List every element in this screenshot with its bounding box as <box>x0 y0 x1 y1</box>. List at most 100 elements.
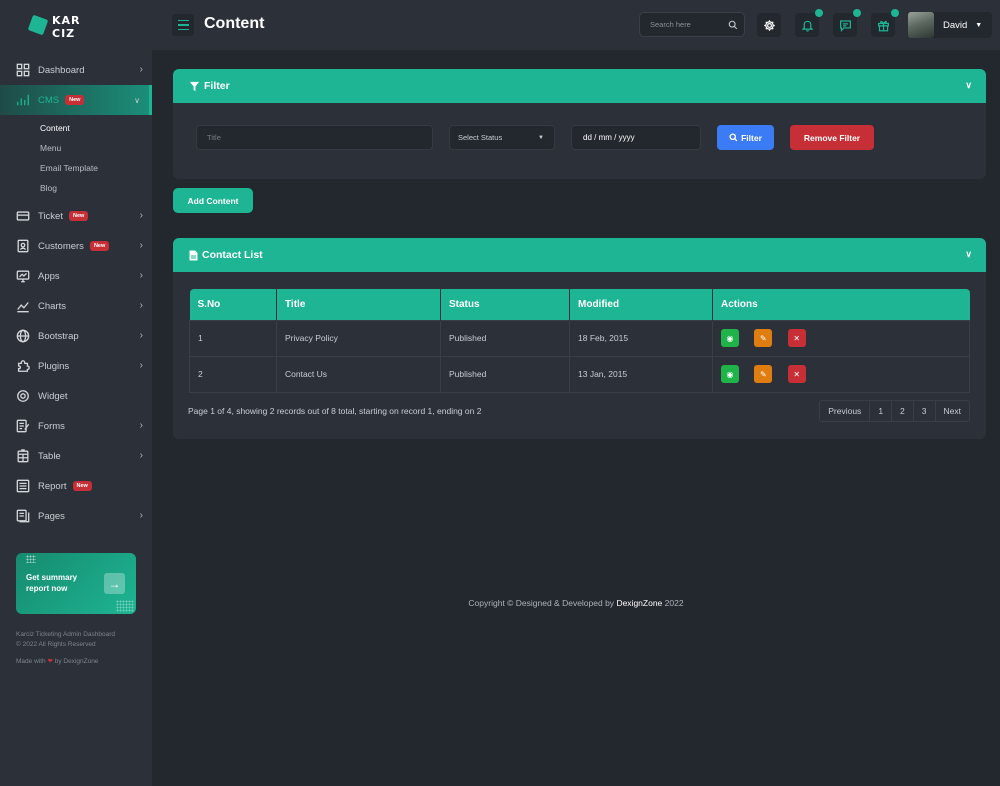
brand-logo[interactable]: KAR CIZ <box>27 14 81 40</box>
form-icon <box>16 419 30 433</box>
chevron-right-icon: › <box>139 360 143 371</box>
sidebar-item-bootstrap[interactable]: Bootstrap › <box>0 321 152 351</box>
subnav-item-email-template[interactable]: Email Template <box>40 158 152 178</box>
bar-chart-icon <box>16 93 30 107</box>
chevron-down-icon[interactable]: ∨ <box>965 80 972 91</box>
filter-card-header[interactable]: Filter ∨ <box>173 69 986 103</box>
gear-icon <box>16 389 30 403</box>
promo-line-2: report now <box>26 584 68 593</box>
chevron-down-icon[interactable]: ∨ <box>965 249 972 260</box>
subnav-item-content[interactable]: Content <box>40 118 152 138</box>
sidebar-item-label: Table <box>38 450 61 462</box>
view-button[interactable]: ◉ <box>721 365 739 383</box>
table-row: 1 Privacy Policy Published 18 Feb, 2015 … <box>189 319 970 357</box>
status-select-value: Select Status <box>458 133 503 142</box>
summary-report-promo[interactable]: Get summary report now → <box>16 553 136 614</box>
sidebar-nav: Dashboard › CMS New ∨ Content Menu Email… <box>0 55 152 531</box>
delete-button[interactable]: ✕ <box>787 365 806 383</box>
remove-filter-button[interactable]: Remove Filter <box>790 125 874 150</box>
sidebar-item-ticket[interactable]: Ticket New › <box>0 201 152 231</box>
footer-prefix: Copyright © Designed & Developed by <box>468 598 615 608</box>
puzzle-icon <box>16 359 30 373</box>
column-header-title[interactable]: Title <box>276 289 441 320</box>
notification-dot <box>853 9 861 17</box>
logo-mark-icon <box>27 14 49 36</box>
subnav-item-menu[interactable]: Menu <box>40 138 152 158</box>
sidebar-item-widget[interactable]: Widget <box>0 381 152 411</box>
cell-modified: 13 Jan, 2015 <box>569 355 713 393</box>
made-with-text: Made with <box>16 658 46 665</box>
search-box <box>639 12 745 37</box>
sidebar-item-apps[interactable]: Apps › <box>0 261 152 291</box>
column-header-sno[interactable]: S.No <box>189 289 277 320</box>
search-icon[interactable] <box>728 20 738 30</box>
chevron-down-icon: ∨ <box>134 96 140 105</box>
chevron-right-icon: › <box>139 510 143 521</box>
sidebar-item-customers[interactable]: Customers New › <box>0 231 152 261</box>
sidebar-copyright: Karciz Ticketing Admin Dashboard © 2022 … <box>16 630 115 650</box>
sidebar-item-label: Pages <box>38 510 65 522</box>
sidebar-item-cms[interactable]: CMS New ∨ <box>0 85 152 115</box>
pagination-info: Page 1 of 4, showing 2 records out of 8 … <box>188 406 482 416</box>
messages-button[interactable] <box>833 9 861 37</box>
edit-button[interactable]: ✎ <box>754 365 773 383</box>
sidebar-item-dashboard[interactable]: Dashboard › <box>0 55 152 85</box>
filter-button[interactable]: Filter <box>717 125 774 150</box>
sidebar-item-label: Customers <box>38 240 84 252</box>
cell-status: Published <box>440 319 570 357</box>
sidebar-item-forms[interactable]: Forms › <box>0 411 152 441</box>
sidebar-item-label: Plugins <box>38 360 70 372</box>
cell-sno: 1 <box>189 319 277 357</box>
document-icon <box>189 250 198 261</box>
promo-line-1: Get summary <box>26 573 78 582</box>
notification-dot <box>891 9 899 17</box>
column-header-status[interactable]: Status <box>440 289 570 320</box>
settings-button[interactable] <box>757 13 781 37</box>
new-badge: New <box>72 481 92 491</box>
sidebar-footer-line-1: Karciz Ticketing Admin Dashboard <box>16 631 115 638</box>
cell-actions: ◉ ✎ ✕ <box>712 319 970 357</box>
sidebar-item-plugins[interactable]: Plugins › <box>0 351 152 381</box>
pagination-next[interactable]: Next <box>936 401 969 421</box>
title-filter-input[interactable] <box>196 125 433 150</box>
sidebar-item-report[interactable]: Report New <box>0 471 152 501</box>
column-header-actions: Actions <box>712 289 970 320</box>
pencil-icon: ✎ <box>760 333 767 343</box>
pagination-page-2[interactable]: 2 <box>892 401 914 421</box>
column-header-modified[interactable]: Modified <box>569 289 713 320</box>
pagination-previous[interactable]: Previous <box>820 401 871 421</box>
close-icon: ✕ <box>793 333 801 343</box>
subnav-item-blog[interactable]: Blog <box>40 178 152 198</box>
sidebar-made-with: Made with ❤ by DexignZone <box>16 657 98 665</box>
sidebar-item-label: Charts <box>38 300 66 312</box>
pagination-page-3[interactable]: 3 <box>914 401 936 421</box>
contact-list-header[interactable]: Contact List ∨ <box>173 238 986 272</box>
eye-icon: ◉ <box>726 369 734 379</box>
user-menu[interactable]: David ▼ <box>908 12 992 38</box>
status-select[interactable]: Select Status ▼ <box>449 125 555 150</box>
delete-button[interactable]: ✕ <box>787 329 806 347</box>
sidebar-item-label: Forms <box>38 420 65 432</box>
sidebar-item-pages[interactable]: Pages › <box>0 501 152 531</box>
sidebar-item-label: Report <box>38 480 67 492</box>
new-badge: New <box>89 241 110 251</box>
footer-brand-link[interactable]: DexignZone <box>616 598 662 608</box>
view-button[interactable]: ◉ <box>721 329 739 347</box>
funnel-icon <box>189 81 200 92</box>
gear-icon <box>763 19 775 31</box>
edit-button[interactable]: ✎ <box>754 329 773 347</box>
dashboard-icon <box>16 63 30 77</box>
gifts-button[interactable] <box>871 9 899 37</box>
add-content-button[interactable]: Add Content <box>173 188 253 213</box>
arrow-right-icon[interactable]: → <box>104 573 125 594</box>
caret-down-icon: ▼ <box>975 21 983 29</box>
sidebar-item-charts[interactable]: Charts › <box>0 291 152 321</box>
hamburger-menu-icon[interactable] <box>172 14 194 36</box>
date-filter-input[interactable]: dd / mm / yyyy <box>571 125 701 150</box>
notifications-button[interactable] <box>795 9 823 37</box>
search-input[interactable] <box>650 20 728 29</box>
sidebar-item-table[interactable]: Table › <box>0 441 152 471</box>
new-badge: New <box>65 95 85 105</box>
pagination-page-1[interactable]: 1 <box>870 401 893 421</box>
date-placeholder: dd / mm / yyyy <box>583 133 635 142</box>
